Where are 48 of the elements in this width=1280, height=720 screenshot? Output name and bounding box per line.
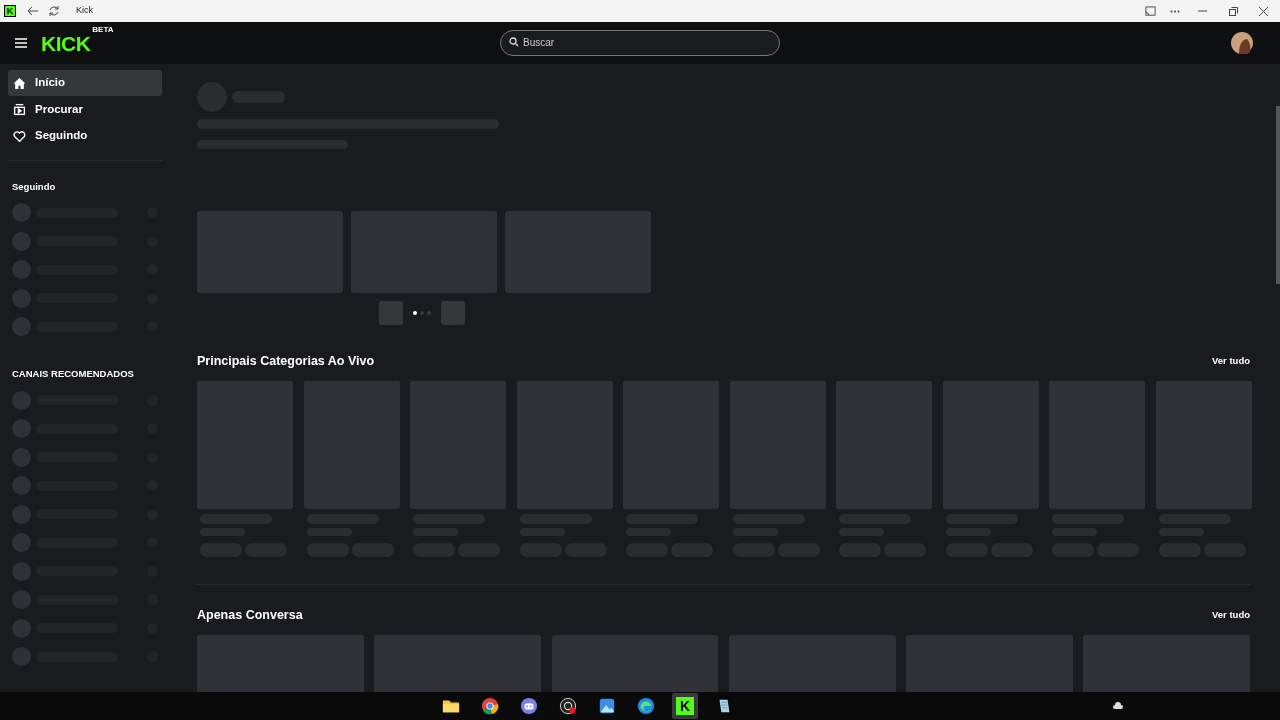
skeleton-avatar (12, 476, 31, 495)
skeleton-avatar (12, 618, 31, 638)
more-icon[interactable] (1170, 9, 1180, 13)
see-all-link[interactable]: Ver tudo (1212, 354, 1250, 369)
browser-icon (481, 697, 499, 715)
skeleton-avatar (12, 533, 31, 552)
browser-icon (637, 697, 655, 715)
skeleton-avatar (12, 647, 31, 666)
cast-icon[interactable] (1145, 5, 1156, 17)
section-title: Principais Categorias Ao Vivo (197, 353, 375, 370)
skeleton-avatar (12, 260, 31, 280)
skeleton-avatar (12, 419, 31, 438)
skeleton-avatar (12, 447, 31, 467)
skeleton-avatar (12, 288, 31, 308)
scrollbar[interactable] (1276, 106, 1280, 284)
skeleton-avatar (12, 390, 31, 410)
search-field[interactable]: Buscar (500, 29, 780, 56)
app-icon: K (4, 5, 16, 17)
avatar[interactable] (1231, 32, 1253, 54)
window-title: Kick (76, 4, 93, 18)
skeleton-avatar (12, 231, 31, 251)
search-icon (509, 37, 519, 47)
skeleton-avatar (12, 504, 31, 524)
skeleton-avatar (12, 317, 31, 337)
sidebar-section-title: Seguindo (12, 180, 57, 194)
sidebar-section-title: CANAIS RECOMENDADOS (12, 367, 135, 382)
skeleton-avatar (12, 590, 31, 609)
menu-icon[interactable] (15, 38, 27, 48)
beta-label: BETA (92, 26, 114, 34)
nav-item[interactable]: Início (8, 70, 162, 96)
browse-icon (13, 103, 26, 116)
see-all-link[interactable]: Ver tudo (1212, 608, 1250, 623)
restore-icon[interactable] (1229, 6, 1238, 16)
section-title: Apenas Conversa (197, 606, 303, 624)
refresh-icon[interactable] (48, 5, 60, 17)
home-icon (13, 76, 26, 90)
heart-icon (13, 129, 26, 143)
chat-app-icon (520, 697, 538, 715)
nav-item[interactable]: Seguindo (8, 123, 162, 149)
skeleton-avatar (12, 203, 31, 223)
skeleton-avatar (12, 561, 31, 581)
recorder-icon (559, 697, 577, 715)
close-icon[interactable] (1259, 6, 1268, 16)
nav-item[interactable]: Procurar (8, 96, 162, 123)
photos-icon (598, 697, 616, 715)
cloud-icon[interactable] (1113, 702, 1123, 709)
back-icon[interactable] (27, 5, 39, 17)
logo[interactable]: KICK (41, 32, 91, 54)
